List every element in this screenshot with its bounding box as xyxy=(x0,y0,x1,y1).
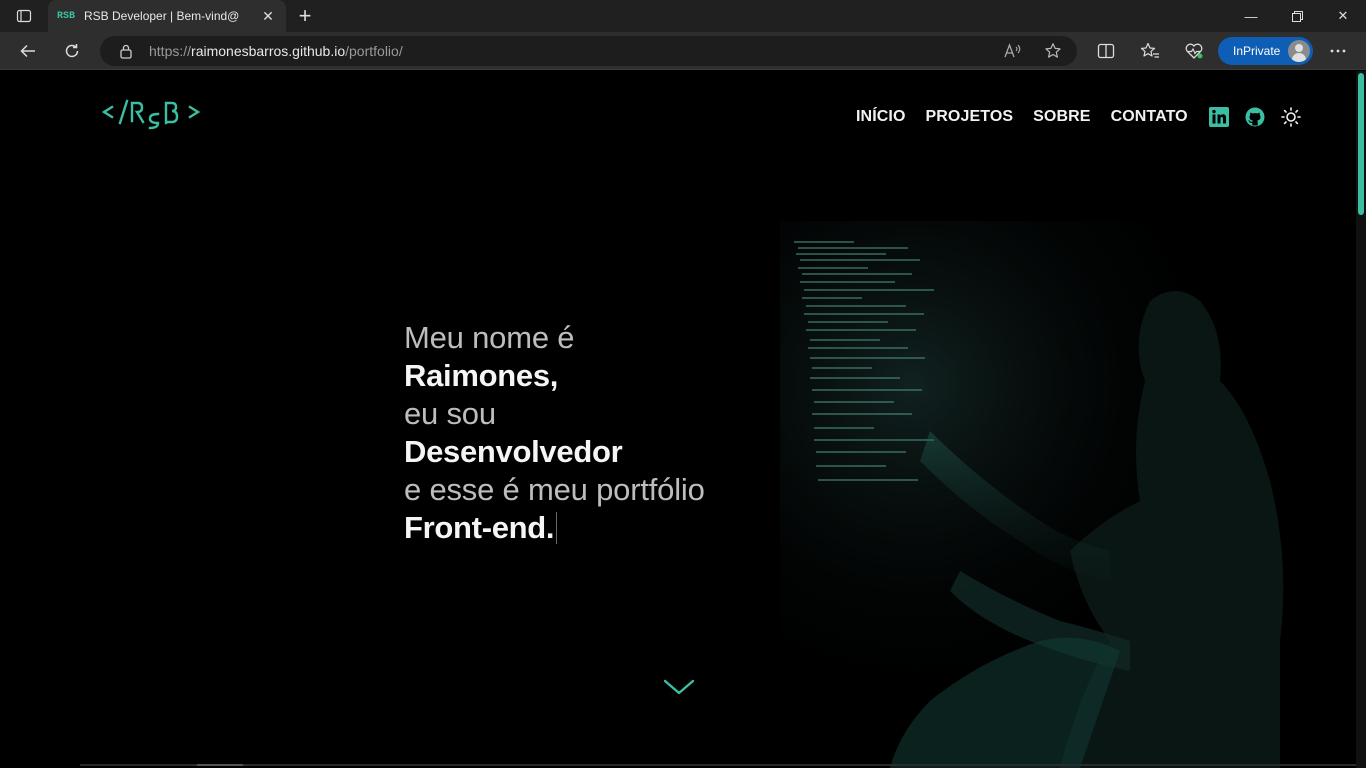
github-icon[interactable] xyxy=(1244,106,1266,128)
back-arrow-icon xyxy=(20,44,35,58)
chevron-down-icon xyxy=(663,679,695,695)
typing-cursor xyxy=(556,512,558,544)
hero-intro: Meu nome é Raimones, eu sou Desenvolvedo… xyxy=(404,319,705,547)
browser-tab[interactable]: RSB RSB Developer | Bem-vind@ ✕ xyxy=(48,0,286,32)
url-path: /portfolio/ xyxy=(345,43,403,59)
hero-line-3: eu sou xyxy=(404,396,496,431)
url-text[interactable]: https://raimonesbarros.github.io/portfol… xyxy=(149,43,403,59)
page-viewport: INÍCIO PROJETOS SOBRE CONTATO Meu nome é… xyxy=(0,71,1366,768)
hero-background-illustration xyxy=(780,221,1320,768)
inprivate-label: InPrivate xyxy=(1233,44,1281,58)
back-button[interactable] xyxy=(14,37,42,65)
inprivate-badge[interactable]: InPrivate xyxy=(1218,37,1313,65)
tab-actions-icon xyxy=(16,9,32,23)
linkedin-icon[interactable] xyxy=(1208,106,1230,128)
address-bar[interactable]: https://raimonesbarros.github.io/portfol… xyxy=(100,36,1077,66)
nav-inicio[interactable]: INÍCIO xyxy=(856,108,906,126)
refresh-icon xyxy=(65,44,79,58)
hero-name: Raimones, xyxy=(404,358,559,393)
hero-specialty: Front-end. xyxy=(404,510,555,545)
favorite-star-icon[interactable] xyxy=(1044,42,1062,60)
tab-actions-button[interactable] xyxy=(8,4,40,28)
more-dots-icon xyxy=(1330,49,1346,53)
tab-title: RSB Developer | Bem-vind@ xyxy=(84,9,240,23)
theme-toggle-sun-icon[interactable] xyxy=(1280,106,1302,128)
restore-icon[interactable] xyxy=(1274,0,1320,32)
scrollbar-thumb[interactable] xyxy=(1358,73,1364,215)
logo-mark-icon xyxy=(102,99,201,130)
nav-sobre[interactable]: SOBRE xyxy=(1033,108,1090,126)
favorites-list-icon xyxy=(1140,42,1159,58)
url-prefix: https:// xyxy=(149,43,192,59)
tab-close-icon[interactable]: ✕ xyxy=(260,8,276,24)
hero-role: Desenvolvedor xyxy=(404,434,623,469)
split-screen-button[interactable] xyxy=(1092,37,1120,65)
main-nav: INÍCIO PROJETOS SOBRE CONTATO xyxy=(856,107,1316,127)
close-window-icon[interactable]: ✕ xyxy=(1320,0,1366,32)
vertical-scrollbar[interactable] xyxy=(1356,71,1366,768)
lock-icon[interactable] xyxy=(118,43,134,59)
browser-toolbar: https://raimonesbarros.github.io/portfol… xyxy=(0,32,1366,70)
minimize-icon[interactable]: — xyxy=(1228,0,1274,32)
split-screen-icon xyxy=(1097,43,1115,59)
favorites-button[interactable] xyxy=(1136,37,1164,65)
site-favicon-icon: RSB xyxy=(57,10,76,22)
read-aloud-icon[interactable] xyxy=(1004,42,1022,60)
heart-pulse-icon xyxy=(1185,43,1203,59)
hero-specialty-line: Front-end. xyxy=(404,509,705,547)
settings-menu-button[interactable] xyxy=(1324,37,1352,65)
profile-avatar[interactable] xyxy=(1288,40,1310,62)
hero-line-1: Meu nome é xyxy=(404,320,575,355)
site-logo[interactable] xyxy=(102,97,208,139)
nav-contato[interactable]: CONTATO xyxy=(1111,108,1188,126)
url-host: raimonesbarros.github.io xyxy=(191,43,346,59)
nav-projetos[interactable]: PROJETOS xyxy=(926,108,1014,126)
horizontal-scrollbar[interactable] xyxy=(80,764,1356,766)
refresh-button[interactable] xyxy=(58,37,86,65)
new-tab-icon[interactable]: + xyxy=(294,3,316,28)
browser-tab-bar: RSB RSB Developer | Bem-vind@ ✕ + — ✕ xyxy=(0,0,1366,32)
hero-line-5: e esse é meu portfólio xyxy=(404,472,705,507)
scroll-down-button[interactable] xyxy=(663,677,695,697)
browser-essentials-button[interactable] xyxy=(1180,37,1208,65)
horizontal-scrollbar-thumb[interactable] xyxy=(197,764,243,766)
